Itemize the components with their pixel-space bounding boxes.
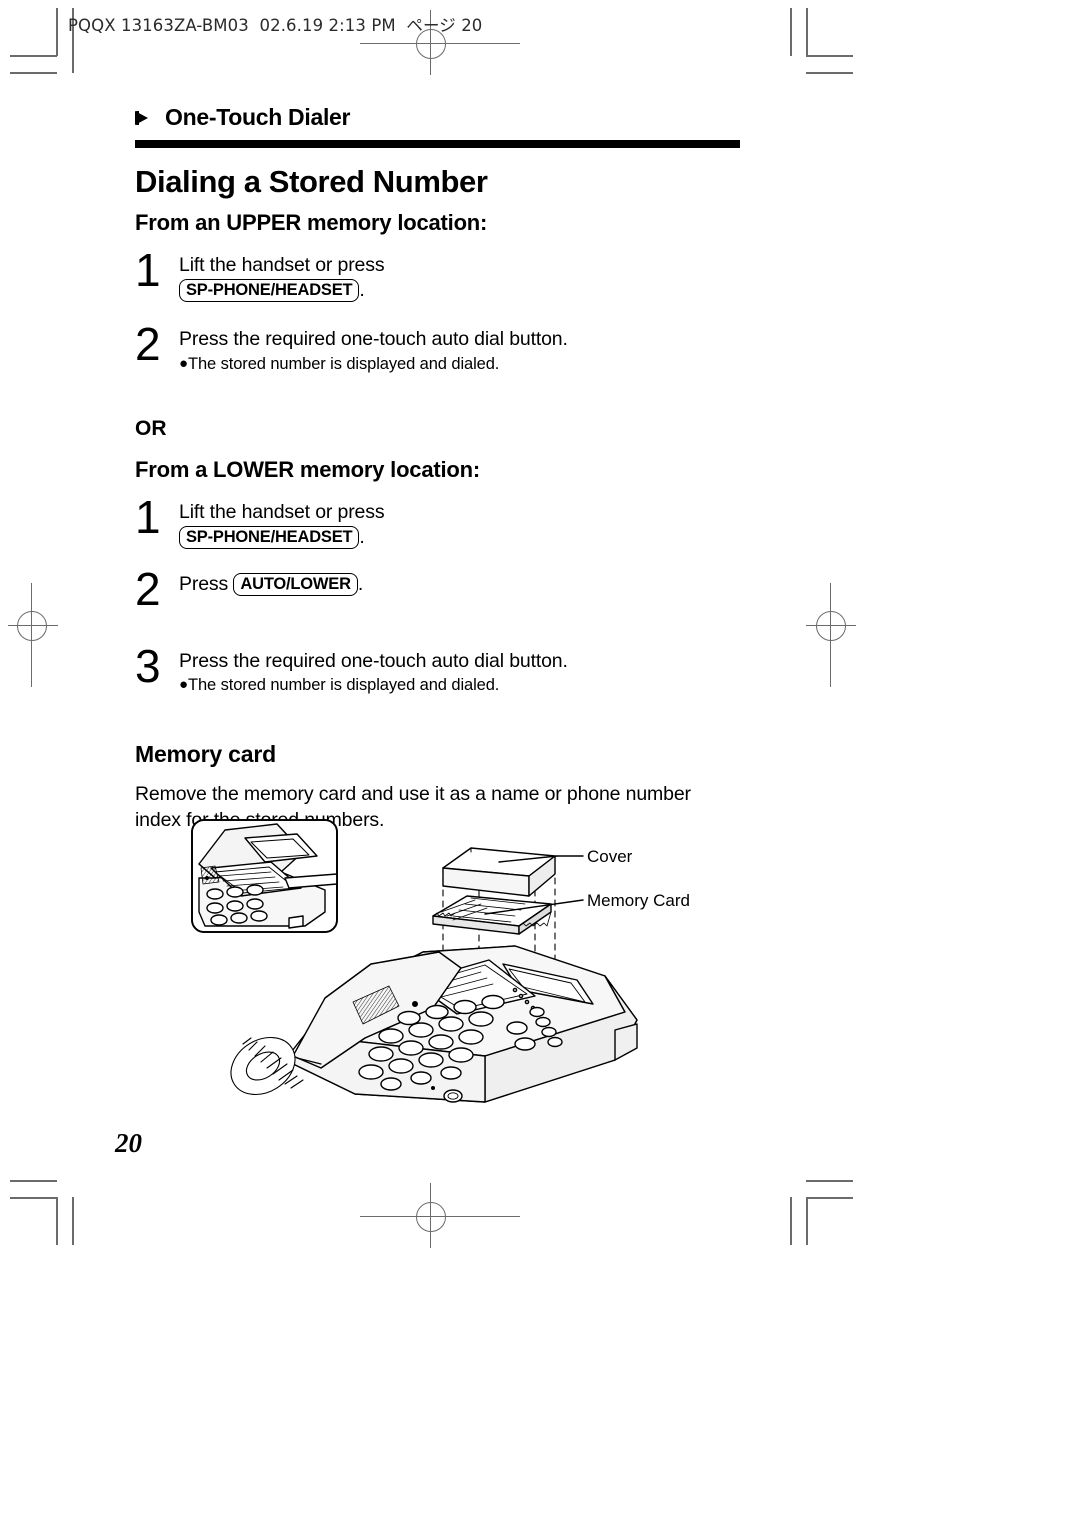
reg-mark-left-circle	[17, 611, 47, 641]
step-body: Press AUTO/LOWER.	[179, 568, 745, 610]
reg-mark-right-circle	[816, 611, 846, 641]
step-number: 2	[135, 317, 161, 370]
bullet-dot-icon: ●	[179, 676, 188, 694]
step-text-before: Press	[179, 573, 229, 596]
inset-detail-box	[191, 819, 338, 933]
page-content: One-Touch Dialer Dialing a Stored Number…	[135, 104, 745, 834]
step-text: Press the required one-touch auto dial b…	[179, 327, 568, 350]
step-bullet-text: The stored number is displayed and diale…	[187, 676, 500, 695]
step-number: 1	[135, 244, 161, 296]
crop-mark-top-left-vertical	[56, 8, 58, 56]
step-body: Lift the handset or press SP-PHONE/HEADS…	[179, 496, 745, 550]
step-item: 2 Press AUTO/LOWER.	[135, 563, 745, 616]
step-item: 2 Press the required one-touch auto dial…	[135, 317, 745, 375]
crop-mark-bottom-left-horizontal-2	[10, 1197, 57, 1199]
crop-mark-bottom-left-vertical	[56, 1197, 58, 1245]
step-text: Lift the handset or press SP-PHONE/HEADS…	[179, 253, 745, 303]
telephone-memory-card-illustration: Cover Memory Card	[185, 812, 705, 1112]
step-number: 1	[135, 491, 161, 544]
keycap-auto-lower[interactable]: AUTO/LOWER	[233, 573, 358, 597]
section-label: One-Touch Dialer	[135, 104, 745, 131]
memory-card-label: Memory Card	[587, 891, 690, 910]
crop-mark-top-right-page-edge	[790, 8, 792, 56]
crop-mark-bottom-left-page-edge	[72, 1197, 74, 1245]
step-text: Press AUTO/LOWER.	[179, 572, 745, 597]
step-item: 1 Lift the handset or press SP-PHONE/HEA…	[135, 244, 745, 303]
section-divider	[135, 140, 740, 148]
page-title: Dialing a Stored Number	[135, 164, 488, 199]
right-arrow-icon	[135, 109, 153, 127]
step-text: Lift the handset or press SP-PHONE/HEADS…	[179, 500, 745, 550]
step-text-after: .	[359, 278, 365, 301]
memory-card-part	[432, 895, 552, 935]
crop-mark-bottom-left-horizontal-1	[10, 1180, 57, 1182]
crop-mark-bottom-right-vertical	[806, 1197, 808, 1245]
keycap-sp-phone-headset[interactable]: SP-PHONE/HEADSET	[179, 278, 360, 303]
memory-card-heading: Memory card	[135, 740, 276, 767]
step-number: 2	[135, 563, 161, 616]
bullet-dot-icon: ●	[179, 354, 188, 372]
crop-mark-bottom-right-page-edge	[790, 1197, 792, 1245]
keycap-sp-phone-headset[interactable]: SP-PHONE/HEADSET	[179, 526, 360, 550]
crop-mark-top-right-horizontal-1	[806, 55, 853, 57]
step-text: Press the required one-touch auto dial b…	[179, 649, 568, 672]
telephone-body	[230, 945, 638, 1103]
reg-mark-bottom-circle	[416, 1202, 446, 1232]
crop-mark-top-left-horizontal-1	[10, 55, 57, 57]
step-body: Press the required one-touch auto dial b…	[179, 645, 745, 697]
step-text-before: Lift the handset or press	[179, 254, 385, 276]
crop-mark-top-left-horizontal-2	[10, 72, 57, 74]
step-text-after: .	[359, 526, 365, 549]
lower-memory-heading: From a LOWER memory location:	[135, 457, 481, 483]
step-item: 1 Lift the handset or press SP-PHONE/HEA…	[135, 491, 745, 550]
step-bullet: ●The stored number is displayed and dial…	[179, 675, 745, 696]
step-item: 3 Press the required one-touch auto dial…	[135, 639, 745, 697]
section-label-text: One-Touch Dialer	[165, 104, 351, 130]
step-number: 3	[135, 639, 161, 692]
cover-label: Cover	[587, 847, 633, 866]
crop-mark-bottom-right-horizontal-1	[806, 1180, 853, 1182]
printer-slug: PQQX 13163ZA-BM03 02.6.19 2:13 PM ページ 20	[68, 16, 483, 35]
crop-mark-bottom-right-horizontal-2	[806, 1197, 853, 1199]
step-text-after: .	[357, 573, 364, 596]
crop-mark-top-right-horizontal-2	[806, 72, 853, 74]
step-body: Lift the handset or press SP-PHONE/HEADS…	[179, 249, 745, 303]
page-number: 20	[115, 1128, 142, 1158]
step-bullet: ●The stored number is displayed and dial…	[179, 354, 745, 375]
or-separator-label: OR	[135, 417, 167, 441]
step-bullet-text: The stored number is displayed and diale…	[187, 354, 500, 373]
memory-card-cover	[442, 847, 556, 897]
crop-mark-top-right-vertical	[806, 8, 808, 56]
upper-memory-heading: From an UPPER memory location:	[135, 210, 488, 235]
step-body: Press the required one-touch auto dial b…	[179, 323, 745, 375]
step-text-before: Lift the handset or press	[179, 501, 385, 524]
